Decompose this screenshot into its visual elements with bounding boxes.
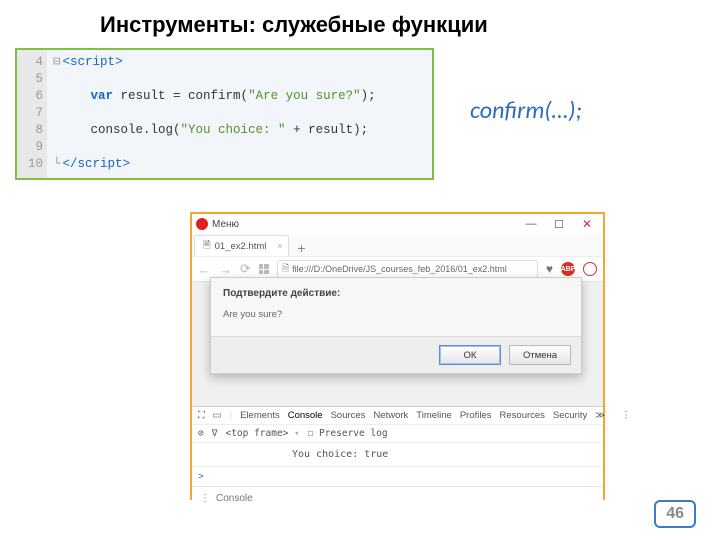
console-prompt[interactable]: >	[192, 466, 603, 486]
function-label: confirm(…);	[470, 96, 582, 125]
line-number: 6	[17, 88, 43, 105]
file-icon: 🗎	[282, 261, 289, 277]
maximize-button[interactable]: ☐	[547, 216, 571, 232]
code-token: result = confirm(	[113, 89, 248, 103]
tab-title: 01_ex2.html	[215, 241, 267, 252]
fold-close-icon: └	[53, 157, 61, 171]
devtools-tab-resources[interactable]: Resources	[500, 410, 545, 421]
dialog-message: Are you sure?	[211, 303, 581, 336]
clear-console-icon[interactable]: ⊘	[198, 428, 204, 439]
tab-close-icon[interactable]: ×	[277, 241, 282, 251]
fold-open-icon: ⊟	[53, 55, 61, 69]
speed-dial-icon[interactable]	[259, 264, 269, 274]
code-token: );	[361, 89, 376, 103]
line-number: 7	[17, 105, 43, 122]
more-tabs-icon[interactable]: ≫	[595, 410, 605, 421]
console-toolbar: ⊘ ∇ <top frame> ▾ ☐ Preserve log	[192, 425, 603, 443]
console-output: You choice: true	[192, 443, 603, 466]
browser-window: Меню — ☐ ✕ 🗎 01_ex2.html × + ← → ⟳ 🗎 fil…	[190, 212, 605, 500]
line-number: 5	[17, 71, 43, 88]
code-token: "You choice: "	[181, 123, 286, 137]
devtools-panel: ⛶ ▭ | Elements Console Sources Network T…	[192, 406, 603, 510]
dialog-button-row: ОК Отмена	[211, 336, 581, 373]
browser-tabstrip: 🗎 01_ex2.html × +	[192, 234, 603, 256]
line-number: 9	[17, 139, 43, 156]
url-field[interactable]: 🗎 file:///D:/OneDrive/JS_courses_feb_201…	[277, 260, 538, 278]
browser-titlebar: Меню — ☐ ✕	[192, 214, 603, 234]
device-toggle-icon[interactable]: ▭	[213, 410, 222, 421]
close-button[interactable]: ✕	[575, 216, 599, 232]
drawer-tab-console[interactable]: Console	[216, 493, 253, 504]
devtools-tab-security[interactable]: Security	[553, 410, 587, 421]
code-token: </	[63, 157, 78, 171]
devtools-tabs: ⛶ ▭ | Elements Console Sources Network T…	[192, 407, 603, 425]
chevron-down-icon: ▾	[294, 429, 299, 439]
opera-profile-icon[interactable]	[583, 262, 597, 276]
browser-viewport: Подтвердите действие: Are you sure? ОК О…	[192, 282, 603, 406]
code-token: console.log(	[91, 123, 181, 137]
new-tab-button[interactable]: +	[289, 240, 313, 256]
line-number-gutter: 4 5 6 7 8 9 10	[17, 50, 47, 178]
dialog-title: Подтвердите действие:	[211, 278, 581, 303]
code-token: >	[123, 157, 131, 171]
code-token: var	[91, 89, 114, 103]
nav-forward-button[interactable]: →	[219, 262, 232, 277]
code-token: "Are you sure?"	[248, 89, 361, 103]
line-number: 4	[17, 54, 43, 71]
opera-icon	[196, 218, 208, 230]
code-token: script	[70, 55, 115, 69]
inspect-icon[interactable]: ⛶	[198, 410, 205, 421]
line-number: 10	[17, 156, 43, 173]
menu-label[interactable]: Меню	[212, 219, 239, 230]
adblock-icon[interactable]: ABP	[561, 262, 575, 276]
devtools-tab-console[interactable]: Console	[288, 410, 323, 421]
url-text: file:///D:/OneDrive/JS_courses_feb_2016/…	[292, 264, 507, 274]
code-token: + result);	[286, 123, 369, 137]
code-token: <	[63, 55, 71, 69]
minimize-button[interactable]: —	[519, 216, 543, 232]
page-number: 46	[654, 500, 696, 528]
line-number: 8	[17, 122, 43, 139]
devtools-drawer: ⋮ Console	[192, 486, 603, 510]
code-area: ⊟<script> var result = confirm("Are you …	[47, 50, 432, 178]
code-editor: 4 5 6 7 8 9 10 ⊟<script> var result = co…	[15, 48, 434, 180]
devtools-tab-network[interactable]: Network	[373, 410, 408, 421]
filter-icon[interactable]: ∇	[212, 428, 218, 439]
devtools-tab-profiles[interactable]: Profiles	[460, 410, 492, 421]
reload-button[interactable]: ⟳	[240, 261, 251, 277]
code-token: >	[115, 55, 123, 69]
bookmark-icon[interactable]: ♥	[546, 262, 553, 276]
preserve-log-checkbox[interactable]: ☐ Preserve log	[308, 428, 388, 439]
slide-title: Инструменты: служебные функции	[100, 12, 488, 38]
ok-button[interactable]: ОК	[439, 345, 501, 365]
devtools-tab-sources[interactable]: Sources	[331, 410, 366, 421]
cancel-button[interactable]: Отмена	[509, 345, 571, 365]
frame-selector[interactable]: <top frame> ▾	[225, 428, 299, 439]
page-icon: 🗎	[203, 238, 211, 254]
devtools-tab-elements[interactable]: Elements	[240, 410, 280, 421]
browser-tab[interactable]: 🗎 01_ex2.html ×	[194, 235, 289, 256]
nav-back-button[interactable]: ←	[198, 262, 211, 277]
devtools-menu-icon[interactable]: ⋮	[621, 410, 631, 421]
drawer-menu-icon[interactable]: ⋮	[200, 493, 210, 504]
devtools-tab-timeline[interactable]: Timeline	[416, 410, 452, 421]
confirm-dialog: Подтвердите действие: Are you sure? ОК О…	[210, 277, 582, 374]
code-token: script	[78, 157, 123, 171]
